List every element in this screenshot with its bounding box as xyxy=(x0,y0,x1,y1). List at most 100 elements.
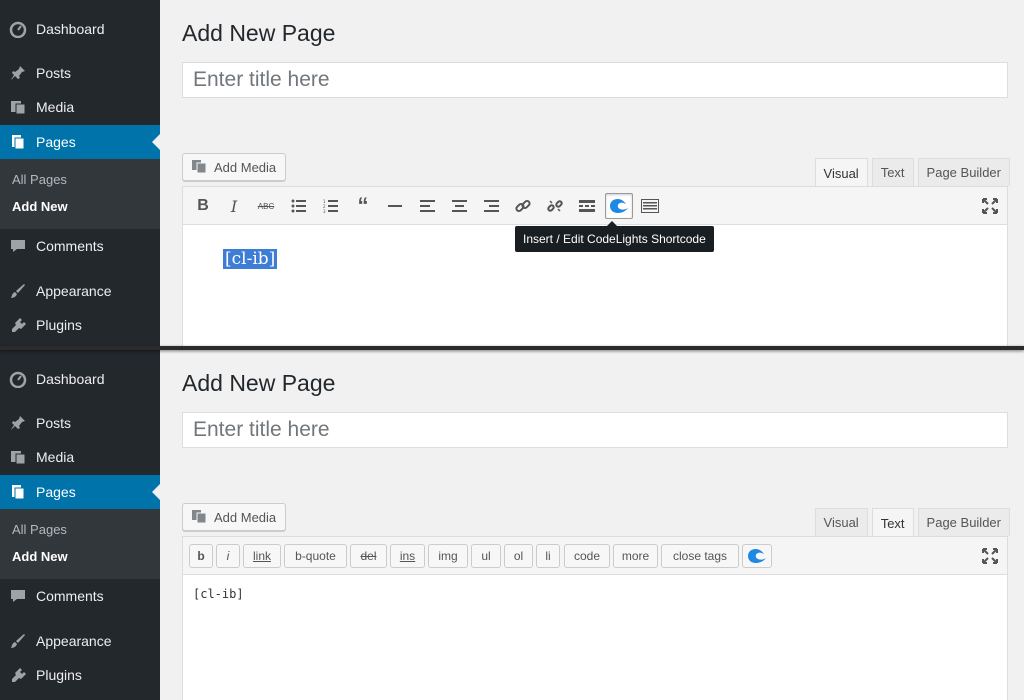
pages-submenu: All Pages Add New xyxy=(0,159,160,229)
link-icon[interactable] xyxy=(512,195,534,217)
bold-icon[interactable]: B xyxy=(192,195,214,217)
quicktag-b-button[interactable]: b xyxy=(189,544,213,568)
menu-dashboard-label: Dashboard xyxy=(36,21,105,37)
quicktag-more-button[interactable]: more xyxy=(613,544,658,568)
selected-shortcode-text: [cl-ib] xyxy=(223,249,278,269)
add-media-button[interactable]: Add Media xyxy=(182,503,286,531)
add-media-label: Add Media xyxy=(214,509,277,525)
quicktag-bquote-button[interactable]: b-quote xyxy=(284,544,347,568)
menu-media[interactable]: Media xyxy=(0,90,160,124)
add-media-label: Add Media xyxy=(214,159,277,175)
dashboard-icon xyxy=(0,370,36,388)
plugin-icon xyxy=(0,666,36,684)
quicktag-close-tags-button[interactable]: close tags xyxy=(661,544,739,568)
read-more-icon[interactable] xyxy=(576,195,598,217)
text-editor-area[interactable]: [cl-ib] xyxy=(182,574,1008,700)
numbered-list-icon[interactable]: 123 xyxy=(320,195,342,217)
menu-posts-label: Posts xyxy=(36,415,72,431)
menu-dashboard[interactable]: Dashboard xyxy=(0,12,160,46)
toolbar-toggle-icon[interactable] xyxy=(639,195,661,217)
menu-appearance[interactable]: Appearance xyxy=(0,624,160,658)
submenu-all-pages[interactable]: All Pages xyxy=(12,522,67,537)
align-right-icon[interactable] xyxy=(480,195,502,217)
menu-appearance[interactable]: Appearance xyxy=(0,274,160,308)
editor-tabs: Visual Text Page Builder xyxy=(814,158,1010,187)
menu-dashboard-label: Dashboard xyxy=(36,371,105,387)
menu-pages-label: Pages xyxy=(36,134,76,150)
menu-comments[interactable]: Comments xyxy=(0,229,160,263)
paintbrush-icon xyxy=(0,282,36,300)
menu-plugins-label: Plugins xyxy=(36,317,82,333)
tab-text[interactable]: Text xyxy=(871,508,914,537)
menu-appearance-label: Appearance xyxy=(36,633,112,649)
media-icon xyxy=(0,98,36,116)
strikethrough-icon[interactable]: ABC xyxy=(255,195,277,217)
quicktag-link-button[interactable]: link xyxy=(243,544,281,568)
quicktag-img-button[interactable]: img xyxy=(428,544,468,568)
editor-tabs: Visual Text Page Builder xyxy=(814,508,1010,537)
admin-sidebar: Dashboard Posts Media Pages All Pages Ad… xyxy=(0,0,160,350)
menu-media[interactable]: Media xyxy=(0,440,160,474)
admin-sidebar: Dashboard Posts Media Pages All Pages Ad… xyxy=(0,350,160,700)
blockquote-icon[interactable]: “ xyxy=(352,193,374,218)
menu-pages[interactable]: Pages xyxy=(0,125,160,159)
align-left-icon[interactable] xyxy=(416,195,438,217)
text-editor-panel: Dashboard Posts Media Pages All Pages Ad… xyxy=(0,350,1024,700)
main-content: Add New Page Enter title here Add Media … xyxy=(182,0,1010,350)
add-media-button[interactable]: Add Media xyxy=(182,153,286,181)
pages-icon xyxy=(0,133,36,151)
tab-visual[interactable]: Visual xyxy=(814,158,868,187)
menu-pages[interactable]: Pages xyxy=(0,475,160,509)
menu-media-label: Media xyxy=(36,99,75,115)
fullscreen-icon[interactable] xyxy=(979,195,1001,217)
svg-text:3: 3 xyxy=(323,209,326,213)
visual-editor-panel: Dashboard Posts Media Pages All Pages Ad… xyxy=(0,0,1024,350)
paintbrush-icon xyxy=(0,632,36,650)
menu-comments-label: Comments xyxy=(36,238,104,254)
submenu-add-new[interactable]: Add New xyxy=(12,199,68,214)
add-media-icon xyxy=(191,508,209,527)
align-center-icon[interactable] xyxy=(448,195,470,217)
fullscreen-icon[interactable] xyxy=(979,545,1001,567)
quicktag-ol-button[interactable]: ol xyxy=(504,544,533,568)
add-media-icon xyxy=(191,158,209,177)
quicktag-code-button[interactable]: code xyxy=(564,544,610,568)
tab-page-builder[interactable]: Page Builder xyxy=(917,158,1010,186)
italic-icon[interactable]: I xyxy=(223,195,245,217)
shortcode-text: [cl-ib] xyxy=(193,587,244,601)
menu-media-label: Media xyxy=(36,449,75,465)
media-icon xyxy=(0,448,36,466)
panel-divider xyxy=(0,346,1024,350)
quicktag-ul-button[interactable]: ul xyxy=(471,544,501,568)
codelights-icon[interactable] xyxy=(742,544,772,568)
comments-icon xyxy=(0,237,36,255)
menu-comments-label: Comments xyxy=(36,588,104,604)
menu-dashboard[interactable]: Dashboard xyxy=(0,362,160,396)
bullet-list-icon[interactable] xyxy=(288,195,310,217)
quicktag-ins-button[interactable]: ins xyxy=(390,544,425,568)
quicktag-del-button[interactable]: del xyxy=(350,544,387,568)
menu-plugins-label: Plugins xyxy=(36,667,82,683)
menu-plugins[interactable]: Plugins xyxy=(0,308,160,342)
tab-visual[interactable]: Visual xyxy=(814,508,868,536)
quicktag-i-button[interactable]: i xyxy=(216,544,240,568)
title-input[interactable]: Enter title here xyxy=(182,412,1008,448)
menu-posts[interactable]: Posts xyxy=(0,56,160,90)
unlink-icon[interactable] xyxy=(544,195,566,217)
menu-posts[interactable]: Posts xyxy=(0,406,160,440)
codelights-tooltip: Insert / Edit CodeLights Shortcode xyxy=(515,221,714,252)
horizontal-line-icon[interactable] xyxy=(384,195,406,217)
tab-page-builder[interactable]: Page Builder xyxy=(917,508,1010,536)
title-input[interactable]: Enter title here xyxy=(182,62,1008,98)
comments-icon xyxy=(0,587,36,605)
menu-pages-label: Pages xyxy=(36,484,76,500)
menu-appearance-label: Appearance xyxy=(36,283,112,299)
tab-text[interactable]: Text xyxy=(871,158,914,186)
submenu-add-new[interactable]: Add New xyxy=(12,549,68,564)
menu-comments[interactable]: Comments xyxy=(0,579,160,613)
menu-plugins[interactable]: Plugins xyxy=(0,658,160,692)
submenu-all-pages[interactable]: All Pages xyxy=(12,172,67,187)
quicktags-toolbar: b i link b-quote del ins img ul ol li co… xyxy=(182,536,1008,574)
menu-posts-label: Posts xyxy=(36,65,72,81)
quicktag-li-button[interactable]: li xyxy=(536,544,560,568)
